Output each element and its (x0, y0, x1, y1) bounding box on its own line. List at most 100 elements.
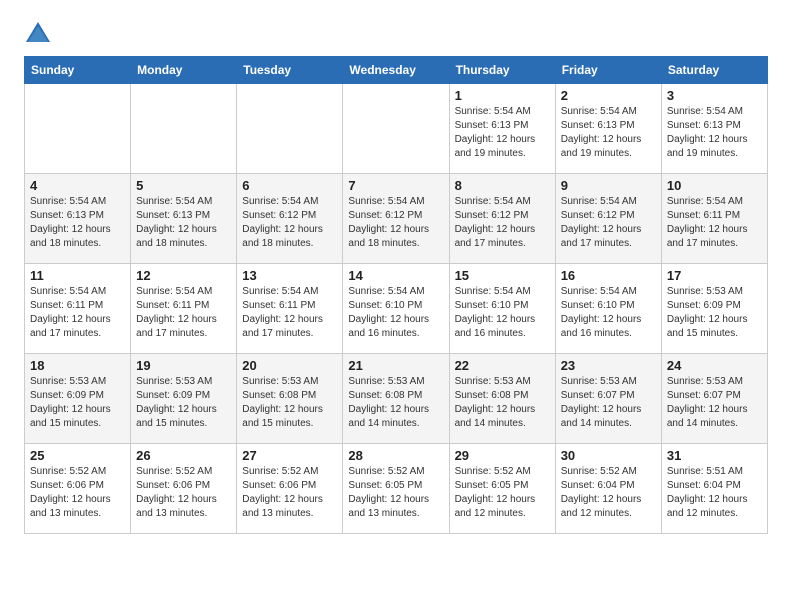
weekday-header-row: SundayMondayTuesdayWednesdayThursdayFrid… (25, 57, 768, 84)
day-content: Sunrise: 5:54 AM Sunset: 6:13 PM Dayligh… (455, 105, 550, 161)
calendar-cell (25, 84, 131, 174)
day-content: Sunrise: 5:54 AM Sunset: 6:12 PM Dayligh… (561, 195, 656, 251)
calendar-cell: 16 Sunrise: 5:54 AM Sunset: 6:10 PM Dayli… (555, 264, 661, 354)
calendar-cell: 27 Sunrise: 5:52 AM Sunset: 6:06 PM Dayli… (237, 444, 343, 534)
day-content: Sunrise: 5:53 AM Sunset: 6:09 PM Dayligh… (136, 375, 231, 431)
day-content: Sunrise: 5:53 AM Sunset: 6:09 PM Dayligh… (30, 375, 125, 431)
day-content: Sunrise: 5:53 AM Sunset: 6:07 PM Dayligh… (561, 375, 656, 431)
day-content: Sunrise: 5:54 AM Sunset: 6:10 PM Dayligh… (455, 285, 550, 341)
calendar-cell: 6Sunrise: 5:54 AM Sunset: 6:12 PM Daylig… (237, 174, 343, 264)
weekday-header-tuesday: Tuesday (237, 57, 343, 84)
day-number: 7 (348, 178, 443, 193)
calendar-table: SundayMondayTuesdayWednesdayThursdayFrid… (24, 56, 768, 534)
day-content: Sunrise: 5:53 AM Sunset: 6:07 PM Dayligh… (667, 375, 762, 431)
day-number: 4 (30, 178, 125, 193)
day-number: 29 (455, 448, 550, 463)
calendar-cell: 28 Sunrise: 5:52 AM Sunset: 6:05 PM Dayli… (343, 444, 449, 534)
calendar-cell: 9 Sunrise: 5:54 AM Sunset: 6:12 PM Daylig… (555, 174, 661, 264)
calendar-cell: 10 Sunrise: 5:54 AM Sunset: 6:11 PM Dayli… (661, 174, 767, 264)
calendar-cell: 19 Sunrise: 5:53 AM Sunset: 6:09 PM Dayli… (131, 354, 237, 444)
day-content: Sunrise: 5:54 AM Sunset: 6:13 PM Dayligh… (136, 195, 231, 251)
day-content: Sunrise: 5:51 AM Sunset: 6:04 PM Dayligh… (667, 465, 762, 521)
calendar-cell: 25 Sunrise: 5:52 AM Sunset: 6:06 PM Dayli… (25, 444, 131, 534)
calendar-cell: 29 Sunrise: 5:52 AM Sunset: 6:05 PM Dayli… (449, 444, 555, 534)
calendar-cell: 12 Sunrise: 5:54 AM Sunset: 6:11 PM Dayli… (131, 264, 237, 354)
day-number: 1 (455, 88, 550, 103)
day-number: 18 (30, 358, 125, 373)
day-number: 21 (348, 358, 443, 373)
day-content: Sunrise: 5:53 AM Sunset: 6:08 PM Dayligh… (348, 375, 443, 431)
week-row-2: 4 Sunrise: 5:54 AM Sunset: 6:13 PM Daylig… (25, 174, 768, 264)
week-row-1: 1 Sunrise: 5:54 AM Sunset: 6:13 PM Daylig… (25, 84, 768, 174)
day-number: 2 (561, 88, 656, 103)
day-number: 12 (136, 268, 231, 283)
calendar-cell: 23Sunrise: 5:53 AM Sunset: 6:07 PM Dayli… (555, 354, 661, 444)
day-content: Sunrise: 5:52 AM Sunset: 6:05 PM Dayligh… (348, 465, 443, 521)
calendar-cell: 20 Sunrise: 5:53 AM Sunset: 6:08 PM Dayli… (237, 354, 343, 444)
weekday-header-monday: Monday (131, 57, 237, 84)
calendar-cell: 15 Sunrise: 5:54 AM Sunset: 6:10 PM Dayli… (449, 264, 555, 354)
weekday-header-wednesday: Wednesday (343, 57, 449, 84)
day-number: 9 (561, 178, 656, 193)
day-number: 5 (136, 178, 231, 193)
day-content: Sunrise: 5:54 AM Sunset: 6:11 PM Dayligh… (242, 285, 337, 341)
day-number: 19 (136, 358, 231, 373)
day-content: Sunrise: 5:52 AM Sunset: 6:06 PM Dayligh… (242, 465, 337, 521)
calendar-cell (237, 84, 343, 174)
day-number: 6 (242, 178, 337, 193)
calendar-cell: 5 Sunrise: 5:54 AM Sunset: 6:13 PM Daylig… (131, 174, 237, 264)
day-content: Sunrise: 5:54 AM Sunset: 6:12 PM Dayligh… (348, 195, 443, 251)
day-number: 31 (667, 448, 762, 463)
calendar-cell: 14Sunrise: 5:54 AM Sunset: 6:10 PM Dayli… (343, 264, 449, 354)
day-number: 11 (30, 268, 125, 283)
day-content: Sunrise: 5:54 AM Sunset: 6:10 PM Dayligh… (348, 285, 443, 341)
day-number: 30 (561, 448, 656, 463)
calendar-cell: 2Sunrise: 5:54 AM Sunset: 6:13 PM Daylig… (555, 84, 661, 174)
calendar-cell: 17 Sunrise: 5:53 AM Sunset: 6:09 PM Dayli… (661, 264, 767, 354)
page-header (24, 20, 768, 48)
calendar-cell: 26Sunrise: 5:52 AM Sunset: 6:06 PM Dayli… (131, 444, 237, 534)
calendar-cell: 8 Sunrise: 5:54 AM Sunset: 6:12 PM Daylig… (449, 174, 555, 264)
day-content: Sunrise: 5:54 AM Sunset: 6:10 PM Dayligh… (561, 285, 656, 341)
day-content: Sunrise: 5:54 AM Sunset: 6:11 PM Dayligh… (136, 285, 231, 341)
day-content: Sunrise: 5:54 AM Sunset: 6:12 PM Dayligh… (455, 195, 550, 251)
day-content: Sunrise: 5:52 AM Sunset: 6:05 PM Dayligh… (455, 465, 550, 521)
calendar-cell: 24Sunrise: 5:53 AM Sunset: 6:07 PM Dayli… (661, 354, 767, 444)
calendar-cell: 13 Sunrise: 5:54 AM Sunset: 6:11 PM Dayli… (237, 264, 343, 354)
calendar-cell: 18 Sunrise: 5:53 AM Sunset: 6:09 PM Dayli… (25, 354, 131, 444)
day-number: 8 (455, 178, 550, 193)
week-row-4: 18 Sunrise: 5:53 AM Sunset: 6:09 PM Dayli… (25, 354, 768, 444)
day-number: 15 (455, 268, 550, 283)
day-content: Sunrise: 5:53 AM Sunset: 6:08 PM Dayligh… (242, 375, 337, 431)
day-number: 16 (561, 268, 656, 283)
day-content: Sunrise: 5:54 AM Sunset: 6:13 PM Dayligh… (30, 195, 125, 251)
day-number: 27 (242, 448, 337, 463)
day-number: 25 (30, 448, 125, 463)
day-number: 13 (242, 268, 337, 283)
day-content: Sunrise: 5:53 AM Sunset: 6:08 PM Dayligh… (455, 375, 550, 431)
calendar-cell: 1 Sunrise: 5:54 AM Sunset: 6:13 PM Daylig… (449, 84, 555, 174)
day-number: 17 (667, 268, 762, 283)
logo-icon (24, 20, 52, 48)
calendar-cell: 30Sunrise: 5:52 AM Sunset: 6:04 PM Dayli… (555, 444, 661, 534)
day-number: 3 (667, 88, 762, 103)
week-row-3: 11 Sunrise: 5:54 AM Sunset: 6:11 PM Dayli… (25, 264, 768, 354)
weekday-header-thursday: Thursday (449, 57, 555, 84)
day-number: 10 (667, 178, 762, 193)
day-content: Sunrise: 5:54 AM Sunset: 6:11 PM Dayligh… (30, 285, 125, 341)
week-row-5: 25 Sunrise: 5:52 AM Sunset: 6:06 PM Dayli… (25, 444, 768, 534)
day-number: 20 (242, 358, 337, 373)
day-content: Sunrise: 5:54 AM Sunset: 6:11 PM Dayligh… (667, 195, 762, 251)
calendar-cell: 22Sunrise: 5:53 AM Sunset: 6:08 PM Dayli… (449, 354, 555, 444)
day-number: 26 (136, 448, 231, 463)
calendar-cell: 21 Sunrise: 5:53 AM Sunset: 6:08 PM Dayli… (343, 354, 449, 444)
weekday-header-friday: Friday (555, 57, 661, 84)
calendar-cell: 11 Sunrise: 5:54 AM Sunset: 6:11 PM Dayli… (25, 264, 131, 354)
logo (24, 20, 56, 48)
day-content: Sunrise: 5:54 AM Sunset: 6:13 PM Dayligh… (667, 105, 762, 161)
day-number: 28 (348, 448, 443, 463)
day-content: Sunrise: 5:52 AM Sunset: 6:06 PM Dayligh… (30, 465, 125, 521)
weekday-header-sunday: Sunday (25, 57, 131, 84)
calendar-cell: 3 Sunrise: 5:54 AM Sunset: 6:13 PM Daylig… (661, 84, 767, 174)
day-content: Sunrise: 5:53 AM Sunset: 6:09 PM Dayligh… (667, 285, 762, 341)
